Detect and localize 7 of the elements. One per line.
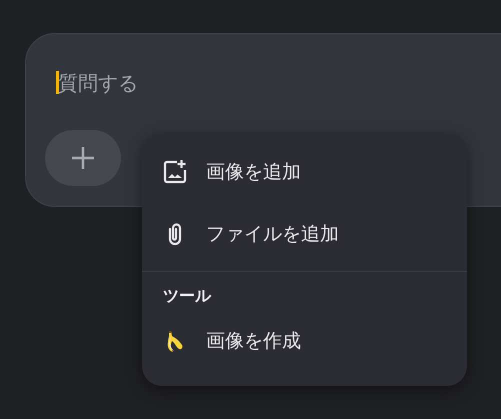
section-heading: ツール [162, 285, 212, 307]
plus-icon [71, 146, 95, 170]
add-image-icon [162, 159, 188, 185]
menu-item[interactable]: 画像を作成 [142, 310, 467, 372]
menu-item[interactable]: ファイルを追加 [142, 203, 467, 265]
prompt-input[interactable]: 質問する [56, 66, 418, 100]
menu-item[interactable]: 画像を追加 [142, 141, 467, 203]
